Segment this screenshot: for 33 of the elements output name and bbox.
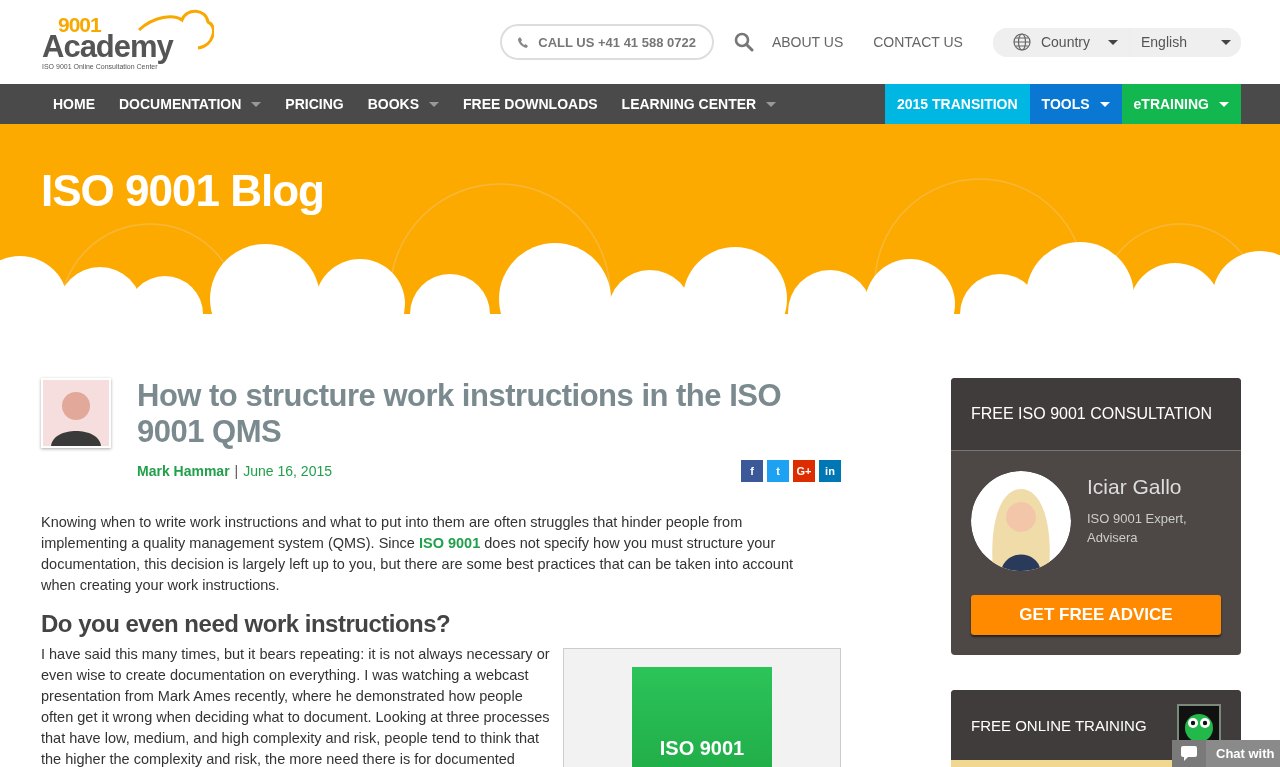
call-button[interactable]: CALL US +41 41 588 0722 bbox=[500, 24, 714, 60]
body-paragraph: I have said this many times, but it bears repeating: it is not always necessary or even wise to create documentation on everything. I was watching a webcast presentation from Mark Ames recently, where he demonstrated how people often get it wrong when deciding what to document. Looking at three processes that have low, medium, and high complexity and risk, people tend to think that the higher the complexity and risk, the more need there is for documented bbox=[41, 645, 551, 767]
nav-item[interactable]: LEARNING CENTER bbox=[609, 84, 789, 124]
share-button[interactable]: in bbox=[819, 460, 841, 482]
share-button[interactable]: f bbox=[741, 460, 763, 482]
globe-icon bbox=[1012, 33, 1031, 51]
header-link[interactable]: CONTACT US bbox=[873, 34, 963, 50]
nav-item[interactable]: HOME bbox=[41, 84, 107, 124]
nav-item[interactable]: TOOLS bbox=[1029, 84, 1122, 124]
share-button[interactable]: G+ bbox=[793, 460, 815, 482]
author-avatar bbox=[41, 378, 111, 448]
page-title: ISO 9001 Blog bbox=[40, 165, 325, 216]
nav-item[interactable]: FREE DOWNLOADS bbox=[451, 84, 610, 124]
section-heading: Do you even need work instructions? bbox=[41, 610, 452, 638]
nav-item[interactable]: BOOKS bbox=[355, 84, 452, 124]
intro-paragraph: Knowing when to write work instructions and what to put into them are often struggles that hinder people from implementing a quality management system (QMS). Since ISO 9001 does not specify how you must structure your documentation, this decision is largely left up to you, but there are some best practices that can be taken into account when creating your work instructions. bbox=[41, 513, 795, 595]
card-title: FREE ONLINE TRAINING bbox=[971, 716, 1147, 734]
chat-button[interactable]: Chat with bbox=[1172, 740, 1280, 767]
nav-item[interactable]: DOCUMENTATION bbox=[107, 84, 274, 124]
nav-item[interactable]: PRICING bbox=[273, 84, 356, 124]
speech-bubble-icon bbox=[1181, 746, 1197, 761]
article-title: How to structure work instructions in the ISO 9001 QMS bbox=[137, 378, 783, 450]
expert-role: ISO 9001 Expert, Advisera bbox=[1087, 510, 1188, 547]
expert-name: Iciar Gallo bbox=[1087, 475, 1183, 499]
header-link[interactable]: ABOUT US bbox=[771, 34, 844, 50]
card-title: FREE ISO 9001 CONSULTATION bbox=[971, 405, 1212, 423]
meta-separator: | bbox=[234, 463, 239, 479]
post-date: June 16, 2015 bbox=[243, 463, 332, 479]
search-icon[interactable] bbox=[733, 32, 754, 52]
phone-icon bbox=[518, 36, 529, 48]
author-link[interactable]: Mark Hammar bbox=[137, 463, 230, 479]
product-label: ISO 9001 bbox=[659, 737, 745, 760]
text-link[interactable]: ISO 9001 bbox=[418, 535, 481, 551]
